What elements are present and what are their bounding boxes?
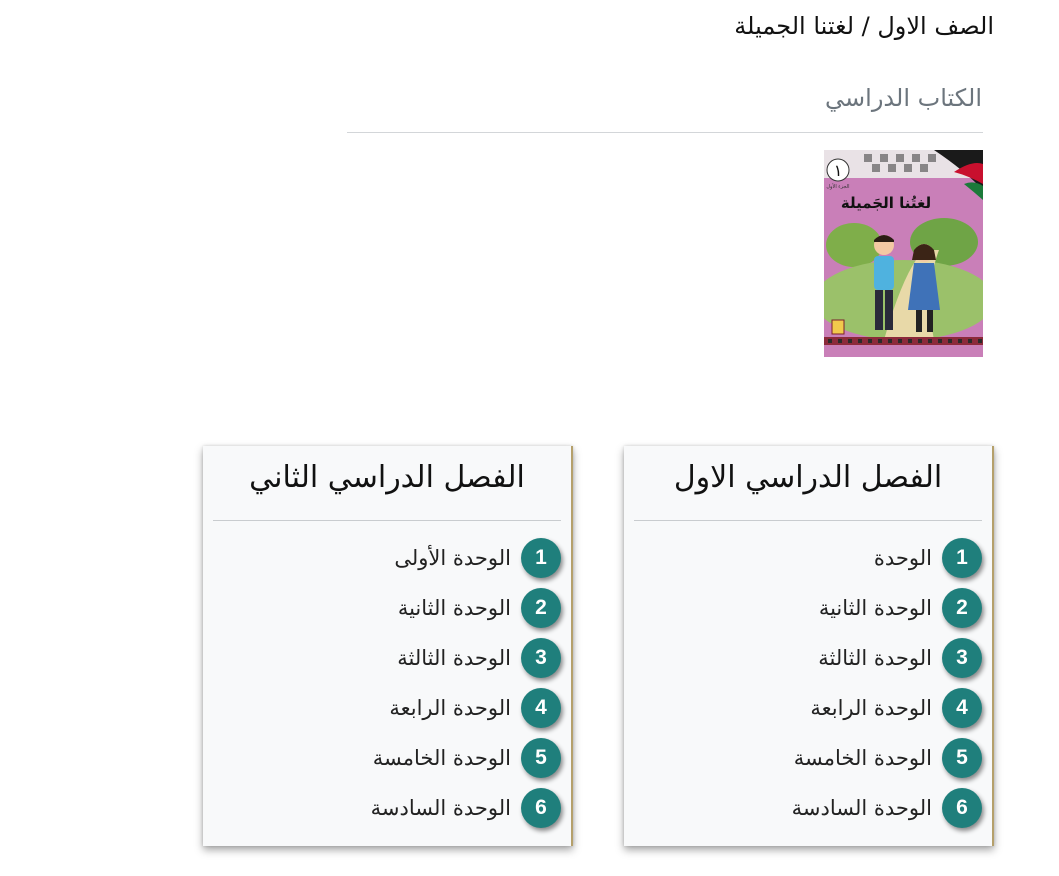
unit-item[interactable]: 2 الوحدة الثانية bbox=[213, 588, 561, 628]
unit-item[interactable]: 6 الوحدة السادسة bbox=[213, 788, 561, 828]
unit-item[interactable]: 6 الوحدة السادسة bbox=[634, 788, 982, 828]
unit-item[interactable]: 1 الوحدة الأولى bbox=[213, 538, 561, 578]
unit-link[interactable]: الوحدة الرابعة bbox=[389, 696, 511, 720]
unit-item[interactable]: 4 الوحدة الرابعة bbox=[213, 688, 561, 728]
unit-item[interactable]: 1 الوحدة bbox=[634, 538, 982, 578]
unit-link[interactable]: الوحدة الرابعة bbox=[810, 696, 932, 720]
page-title: الصف الاول / لغتنا الجميلة bbox=[734, 12, 994, 40]
cover-number: ١ bbox=[834, 161, 843, 180]
unit-number-badge: 2 bbox=[521, 588, 561, 628]
unit-link[interactable]: الوحدة السادسة bbox=[792, 796, 932, 820]
unit-list: 1 الوحدة الأولى 2 الوحدة الثانية 3 الوحدة ا… bbox=[213, 538, 561, 838]
unit-number-badge: 6 bbox=[942, 788, 982, 828]
unit-link[interactable]: الوحدة الأولى bbox=[394, 546, 511, 570]
unit-number-badge: 1 bbox=[942, 538, 982, 578]
unit-link[interactable]: الوحدة الخامسة bbox=[794, 746, 932, 770]
unit-number-badge: 3 bbox=[942, 638, 982, 678]
unit-link[interactable]: الوحدة bbox=[874, 546, 932, 570]
unit-number-badge: 6 bbox=[521, 788, 561, 828]
unit-number-badge: 5 bbox=[521, 738, 561, 778]
unit-item[interactable]: 3 الوحدة الثالثة bbox=[213, 638, 561, 678]
unit-link[interactable]: الوحدة الثالثة bbox=[397, 646, 511, 670]
section-title: الكتاب الدراسي bbox=[825, 84, 982, 112]
cover-title: لغتُنا الجَميلة bbox=[841, 194, 931, 212]
semester-card-first: الفصل الدراسي الاول 1 الوحدة 2 الوحدة الثا… bbox=[624, 446, 994, 846]
unit-item[interactable]: 5 الوحدة الخامسة bbox=[213, 738, 561, 778]
unit-item[interactable]: 3 الوحدة الثالثة bbox=[634, 638, 982, 678]
card-divider bbox=[634, 520, 982, 521]
section-divider bbox=[347, 132, 983, 133]
unit-number-badge: 1 bbox=[521, 538, 561, 578]
unit-link[interactable]: الوحدة الثالثة bbox=[818, 646, 932, 670]
unit-link[interactable]: الوحدة الخامسة bbox=[373, 746, 511, 770]
unit-number-badge: 2 bbox=[942, 588, 982, 628]
unit-item[interactable]: 2 الوحدة الثانية bbox=[634, 588, 982, 628]
card-divider bbox=[213, 520, 561, 521]
book-cover-image[interactable]: ١ الجزء الأول لغتُنا الجَميلة bbox=[824, 150, 983, 357]
unit-number-badge: 5 bbox=[942, 738, 982, 778]
unit-number-badge: 4 bbox=[942, 688, 982, 728]
unit-number-badge: 3 bbox=[521, 638, 561, 678]
unit-link[interactable]: الوحدة الثانية bbox=[398, 596, 511, 620]
unit-number-badge: 4 bbox=[521, 688, 561, 728]
unit-item[interactable]: 4 الوحدة الرابعة bbox=[634, 688, 982, 728]
unit-item[interactable]: 5 الوحدة الخامسة bbox=[634, 738, 982, 778]
unit-link[interactable]: الوحدة الثانية bbox=[819, 596, 932, 620]
cover-subtitle: الجزء الأول bbox=[826, 183, 849, 190]
semester-card-second: الفصل الدراسي الثاني 1 الوحدة الأولى 2 الو… bbox=[203, 446, 573, 846]
semester-title: الفصل الدراسي الاول bbox=[673, 460, 943, 495]
unit-link[interactable]: الوحدة السادسة bbox=[371, 796, 511, 820]
unit-list: 1 الوحدة 2 الوحدة الثانية 3 الوحدة الثالثة … bbox=[634, 538, 982, 838]
semester-title: الفصل الدراسي الثاني bbox=[249, 460, 525, 495]
